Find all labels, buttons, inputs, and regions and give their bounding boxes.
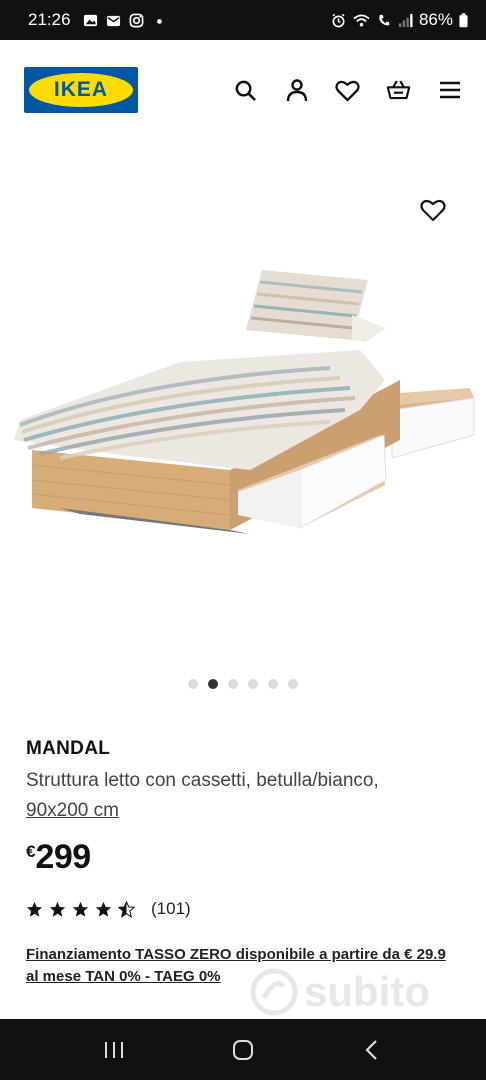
home-icon [232, 1039, 253, 1060]
price-currency: € [26, 842, 36, 861]
basket-icon [386, 80, 411, 100]
alarm-icon [332, 13, 345, 27]
battery-icon [459, 12, 468, 27]
star-full-icon [49, 901, 66, 917]
star-full-icon [72, 901, 89, 917]
recent-apps-button[interactable] [99, 1035, 129, 1065]
account-icon [286, 79, 307, 102]
review-count[interactable]: (101) [151, 899, 191, 919]
subito-watermark: subito [250, 968, 430, 1016]
battery-percentage: 86% [418, 10, 453, 29]
menu-button[interactable] [437, 78, 462, 103]
product-info: MANDAL Struttura letto con cassetti, bet… [26, 738, 466, 877]
search-button[interactable] [233, 78, 258, 103]
status-left: 21:26 [28, 10, 167, 30]
product-gallery[interactable] [0, 140, 486, 700]
gallery-dot[interactable] [268, 679, 278, 689]
mail-notification-icon [106, 15, 120, 26]
price-value: 299 [35, 838, 91, 876]
heart-outline-icon [420, 199, 446, 222]
gallery-pagination [0, 679, 486, 689]
product-image-bed [14, 270, 475, 534]
back-icon [365, 1039, 377, 1060]
gallery-dot[interactable] [248, 679, 258, 689]
signal-icon [398, 13, 413, 27]
heart-icon [335, 80, 360, 101]
add-to-favourites-button[interactable] [420, 198, 450, 226]
instagram-notification-icon [129, 13, 143, 27]
status-bar: 21:26 86% [0, 0, 486, 40]
star-full-icon [26, 901, 43, 917]
product-name: MANDAL [26, 738, 111, 759]
header-icons [233, 78, 462, 103]
back-button[interactable] [357, 1035, 387, 1065]
volte-call-icon [379, 14, 390, 25]
system-nav-bar [0, 1019, 486, 1080]
wifi-calling-icon [353, 14, 370, 26]
product-description: Struttura letto con cassetti, betulla/bi… [26, 766, 466, 826]
gallery-dot-active[interactable] [208, 679, 218, 689]
subito-logo-icon [250, 968, 298, 1016]
product-description-text: Struttura letto con cassetti, betulla/bi… [26, 770, 379, 791]
menu-icon [439, 81, 460, 99]
account-button[interactable] [284, 78, 309, 103]
product-rating[interactable]: (101) [26, 899, 191, 919]
star-half-icon [118, 900, 135, 918]
more-notifications-dot-icon [156, 18, 162, 24]
gallery-notification-icon [83, 14, 97, 26]
star-full-icon [95, 901, 112, 917]
product-size-link[interactable]: 90x200 cm [26, 800, 119, 821]
status-right: 86% [331, 10, 468, 30]
gallery-dot[interactable] [288, 679, 298, 689]
watermark-text: subito [304, 968, 430, 1015]
status-time: 21:26 [28, 10, 71, 29]
search-icon [235, 80, 257, 101]
favourites-button[interactable] [335, 78, 360, 103]
gallery-dot[interactable] [188, 679, 198, 689]
logo-oval: IKEA [29, 73, 133, 107]
ikea-logo[interactable]: IKEA [24, 67, 138, 113]
logo-text: IKEA [53, 78, 109, 101]
basket-button[interactable] [386, 78, 411, 103]
site-header: IKEA [0, 40, 486, 140]
product-price: € 299 [26, 838, 466, 877]
recent-apps-icon [105, 1041, 124, 1058]
home-button[interactable] [228, 1035, 258, 1065]
gallery-dot[interactable] [228, 679, 238, 689]
